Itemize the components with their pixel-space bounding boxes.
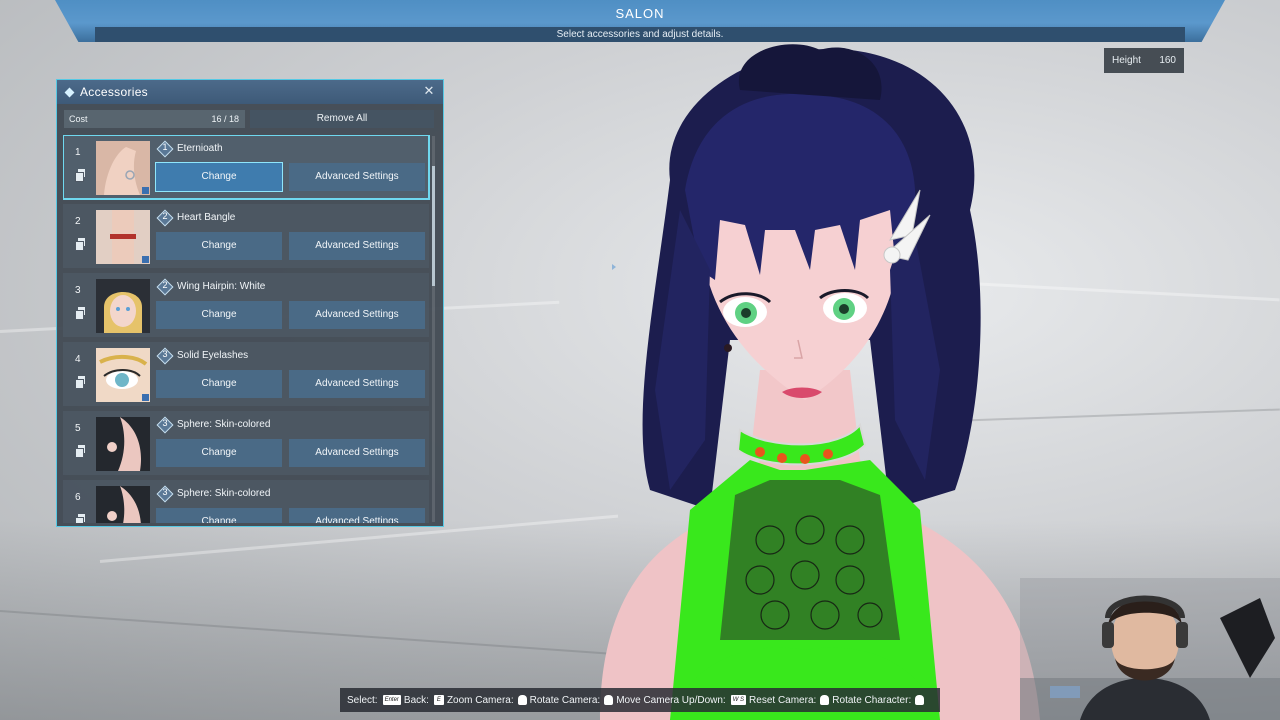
accessory-index: 3 [75,285,81,296]
accessory-name: Eternioath [177,143,223,154]
badge-corner-icon [142,187,149,194]
advanced-settings-button[interactable]: Advanced Settings [289,439,425,467]
hint-rotate-character: Rotate Character: [832,694,912,706]
advanced-settings-button[interactable]: Advanced Settings [289,301,425,329]
accessory-row[interactable]: 4 3 Solid Eyelashes Change Advanced Sett… [63,342,429,406]
hint-zoom-camera: Zoom Camera: [446,694,514,706]
hint-select: Select: [347,694,378,706]
change-button[interactable]: Change [155,162,283,192]
accessory-name: Heart Bangle [177,212,236,223]
accessory-name: Solid Eyelashes [177,350,249,361]
accessory-index: 4 [75,354,81,365]
accessory-thumbnail [96,210,150,264]
copy-icon[interactable] [75,169,86,182]
accessory-row[interactable]: 6 3 Sphere: Skin-colored Change Advanced… [63,480,429,523]
badge-corner-icon [142,256,149,263]
copy-icon[interactable] [75,445,86,458]
page-subtitle: Select accessories and adjust details. [556,29,724,40]
cost-indicator: Cost 16 / 18 [64,110,245,128]
accessory-cost: 3 [162,418,168,428]
mouse-cursor [612,264,616,270]
badge-corner-icon [142,394,149,401]
accessory-thumbnail [96,486,150,523]
webcam-overlay [1020,578,1280,720]
accessory-cost: 2 [162,211,168,221]
enter-key-icon: Enter [382,695,401,705]
hint-back: Back: [403,694,429,706]
accessory-thumbnail [96,417,150,471]
change-button[interactable]: Change [156,439,282,467]
change-button[interactable]: Change [156,232,282,260]
scrollbar-thumb[interactable] [432,166,435,286]
advanced-settings-button[interactable]: Advanced Settings [289,232,425,260]
accessory-name: Sphere: Skin-colored [177,419,271,430]
accessory-list-scrollbar[interactable] [432,136,435,522]
accessory-list[interactable]: 1 1 Eternioath Change Advanced Settings … [63,135,431,523]
copy-icon[interactable] [75,376,86,389]
accessory-thumbnail [96,348,150,402]
remove-all-button[interactable]: Remove All [250,110,434,128]
ws-key-icon: W S [730,695,747,705]
height-badge: Height 160 [1104,48,1184,73]
accessory-cost: 3 [162,349,168,359]
copy-icon[interactable] [75,514,86,523]
cost-value: 16 / 18 [211,114,239,124]
advanced-settings-button[interactable]: Advanced Settings [289,370,425,398]
accessory-cost: 3 [162,487,168,497]
hint-reset-camera: Reset Camera: [749,694,817,706]
mouse-right-icon [915,695,925,705]
page-title: SALON [615,6,665,21]
change-button[interactable]: Change [156,508,282,523]
change-button[interactable]: Change [156,301,282,329]
accessory-row[interactable]: 5 3 Sphere: Skin-colored Change Advanced… [63,411,429,475]
change-button[interactable]: Change [156,370,282,398]
mouse-drag-icon [604,695,614,705]
accessories-panel-title: Accessories [80,85,148,99]
accessory-thumbnail [96,279,150,333]
close-icon[interactable]: ✕ [422,84,436,98]
accessory-row[interactable]: 3 2 Wing Hairpin: White Change Advanced … [63,273,429,337]
height-label: Height [1112,55,1141,66]
copy-icon[interactable] [75,307,86,320]
accessory-row[interactable]: 2 2 Heart Bangle Change Advanced Setting… [63,204,429,268]
advanced-settings-button[interactable]: Advanced Settings [289,163,425,191]
hint-rotate-camera: Rotate Camera: [529,694,601,706]
accessories-panel-header: Accessories ✕ [57,80,443,104]
accessories-panel: Accessories ✕ Cost 16 / 18 Remove All 1 … [56,79,444,527]
mouse-wheel-icon [517,695,527,705]
e-key-icon: E [433,695,444,705]
advanced-settings-button[interactable]: Advanced Settings [289,508,425,523]
diamond-icon [64,87,75,97]
copy-icon[interactable] [75,238,86,251]
mouse-click-icon [820,695,830,705]
accessory-name: Wing Hairpin: White [177,281,266,292]
cost-label: Cost [69,114,88,124]
accessory-name: Sphere: Skin-colored [177,488,271,499]
accessory-thumbnail [96,141,150,195]
hint-move-camera: Move Camera Up/Down: [616,694,726,706]
accessory-row[interactable]: 1 1 Eternioath Change Advanced Settings [63,135,430,200]
accessory-index: 1 [75,147,81,158]
accessory-index: 6 [75,492,81,503]
accessory-cost: 1 [162,142,168,152]
accessory-index: 5 [75,423,81,434]
controls-hint-bar: Select: Enter Back: E Zoom Camera: Rotate … [340,688,940,712]
height-value: 160 [1159,55,1176,66]
accessory-cost: 2 [162,280,168,290]
character-model[interactable] [560,40,1100,720]
accessory-index: 2 [75,216,81,227]
cost-row: Cost 16 / 18 Remove All [64,110,436,128]
